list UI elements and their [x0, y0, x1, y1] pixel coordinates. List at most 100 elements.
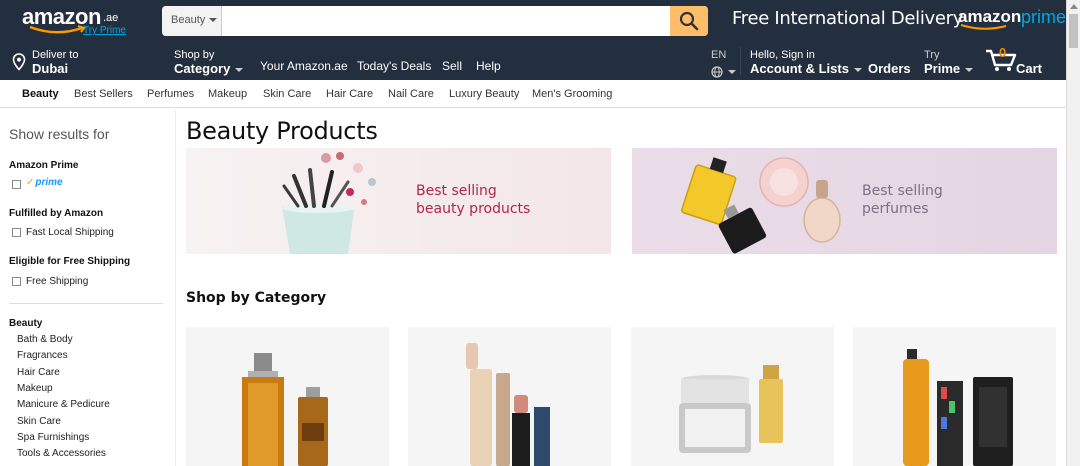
- banner2-text: Best selling perfumes: [862, 182, 943, 218]
- try-prime-link[interactable]: Try Prime: [83, 25, 126, 36]
- category-subnav: Beauty Best Sellers Perfumes Makeup Skin…: [0, 80, 1066, 108]
- bath-body-image: [903, 349, 1013, 466]
- page-title: Beauty Products: [186, 117, 378, 145]
- logo-tld: .ae: [103, 12, 119, 24]
- category-link[interactable]: Tools & Accessories: [17, 448, 106, 459]
- banner2-line1: Best selling: [862, 183, 943, 199]
- category-tile-bath-body[interactable]: [853, 327, 1056, 466]
- subnav-perfumes[interactable]: Perfumes: [147, 88, 194, 100]
- promo-banner[interactable]: Free International Delivery amazon prime: [732, 7, 1066, 32]
- category-tile-skin-care[interactable]: [631, 327, 834, 466]
- banner1-line1: Best selling: [416, 183, 497, 199]
- shop-by-category-menu[interactable]: Shop by Category: [174, 49, 244, 76]
- subnav-best-sellers[interactable]: Best Sellers: [74, 88, 133, 100]
- prime-line2-wrap: Prime: [924, 61, 974, 76]
- caret-down-icon: [728, 69, 736, 74]
- search-button[interactable]: [670, 6, 708, 36]
- prime-line1: Try: [924, 49, 940, 61]
- fast-local-shipping-label[interactable]: Fast Local Shipping: [26, 227, 114, 238]
- section-title: Shop by Category: [186, 290, 327, 306]
- amazon-prime-logo: amazon prime: [958, 7, 1067, 33]
- language-selector[interactable]: EN: [711, 49, 736, 81]
- scroll-up-icon[interactable]: [1070, 4, 1078, 9]
- nav-main-bar: Deliver to Dubai Shop by Category Your A…: [0, 42, 1066, 80]
- nav-link-your-amazon[interactable]: Your Amazon.ae: [260, 59, 348, 73]
- orders-link[interactable]: Orders: [868, 61, 911, 76]
- sidebar-heading: Show results for: [9, 126, 110, 142]
- category-link[interactable]: Manicure & Pedicure: [17, 399, 110, 410]
- nav-link-todays-deals[interactable]: Today's Deals: [357, 59, 431, 73]
- category-link[interactable]: Bath & Body: [17, 334, 73, 345]
- skin-care-image: [679, 365, 783, 453]
- subnav-nail-care[interactable]: Nail Care: [388, 88, 434, 100]
- promo-text: Free International Delivery: [732, 8, 964, 29]
- fast-local-shipping-checkbox[interactable]: [12, 228, 21, 237]
- sidebar-divider: [9, 303, 163, 304]
- language-globe-wrap: [711, 63, 736, 81]
- subnav-skin-care[interactable]: Skin Care: [263, 88, 311, 100]
- search-input[interactable]: [222, 6, 670, 36]
- prime-badge: ✓prime: [26, 177, 63, 188]
- search-category-label: Beauty: [171, 14, 206, 26]
- account-greeting: Hello, Sign in: [750, 49, 815, 61]
- prime-badge-text: prime: [35, 177, 63, 188]
- globe-icon: [711, 66, 723, 78]
- category-link[interactable]: Hair Care: [17, 367, 60, 378]
- banner2-line2: perfumes: [862, 201, 929, 217]
- account-lists-label: Account & Lists: [750, 61, 849, 76]
- language-code: EN: [711, 49, 727, 61]
- search-bar: Beauty: [162, 6, 708, 36]
- category-link[interactable]: Skin Care: [17, 416, 61, 427]
- prime-line2: Prime: [924, 61, 961, 76]
- category-tile-makeup[interactable]: [408, 327, 611, 466]
- search-icon: [679, 11, 699, 31]
- category-link[interactable]: Makeup: [17, 383, 53, 394]
- banner-best-selling-beauty[interactable]: Best selling beauty products: [186, 148, 611, 254]
- filter-heading-prime: Amazon Prime: [9, 160, 79, 171]
- subnav-mens-grooming[interactable]: Men's Grooming: [532, 88, 612, 100]
- page-scrollbar[interactable]: [1066, 0, 1080, 466]
- cart-button[interactable]: 0 Cart: [985, 45, 1045, 76]
- makeup-image: [466, 343, 550, 466]
- free-shipping-checkbox[interactable]: [12, 277, 21, 286]
- subnav-beauty[interactable]: Beauty: [22, 88, 59, 100]
- cart-label: Cart: [1016, 61, 1043, 76]
- try-prime-menu[interactable]: Try Prime: [924, 49, 974, 76]
- smile-icon: [960, 24, 1007, 30]
- filter-heading-fulfilled: Fulfilled by Amazon: [9, 208, 104, 219]
- deliver-city: Dubai: [32, 61, 69, 76]
- caret-down-icon: [853, 67, 862, 72]
- account-line2-wrap: Account & Lists: [750, 61, 862, 76]
- amazon-logo[interactable]: amazon .ae Try Prime: [22, 4, 126, 38]
- location-pin-icon: [12, 53, 26, 71]
- deliver-line1: Deliver to: [32, 49, 79, 61]
- orders-label: Orders: [868, 61, 911, 76]
- nav-link-sell[interactable]: Sell: [442, 59, 462, 73]
- prime-checkbox[interactable]: [12, 180, 21, 189]
- account-lists-menu[interactable]: Hello, Sign in Account & Lists: [750, 49, 862, 76]
- nav-link-help[interactable]: Help: [476, 59, 501, 73]
- free-shipping-label[interactable]: Free Shipping: [26, 276, 88, 287]
- subnav-hair-care[interactable]: Hair Care: [326, 88, 373, 100]
- cart-count: 0: [999, 45, 1007, 60]
- scrollbar-thumb[interactable]: [1069, 14, 1078, 48]
- banner-best-selling-perfumes[interactable]: Best selling perfumes: [632, 148, 1057, 254]
- fragrance-bottles-image: [242, 353, 328, 466]
- prime-logo-prime: prime: [1021, 7, 1067, 27]
- banner1-line2: beauty products: [416, 201, 531, 217]
- subnav-luxury-beauty[interactable]: Luxury Beauty: [449, 88, 519, 100]
- makeup-products-image: [282, 152, 376, 254]
- search-category-dropdown[interactable]: Beauty: [162, 6, 222, 36]
- caret-down-icon: [235, 67, 244, 72]
- shop-line2: Category: [174, 61, 231, 76]
- category-link[interactable]: Fragrances: [17, 350, 68, 361]
- category-tile-fragrances[interactable]: [186, 327, 389, 466]
- shop-line2-wrap: Category: [174, 61, 244, 76]
- caret-down-icon: [209, 18, 218, 23]
- nav-divider: [740, 47, 741, 75]
- subnav-makeup[interactable]: Makeup: [208, 88, 247, 100]
- shop-line1: Shop by: [174, 49, 215, 61]
- filter-heading-free-shipping: Eligible for Free Shipping: [9, 256, 131, 267]
- category-link[interactable]: Spa Furnishings: [17, 432, 89, 443]
- caret-down-icon: [965, 67, 974, 72]
